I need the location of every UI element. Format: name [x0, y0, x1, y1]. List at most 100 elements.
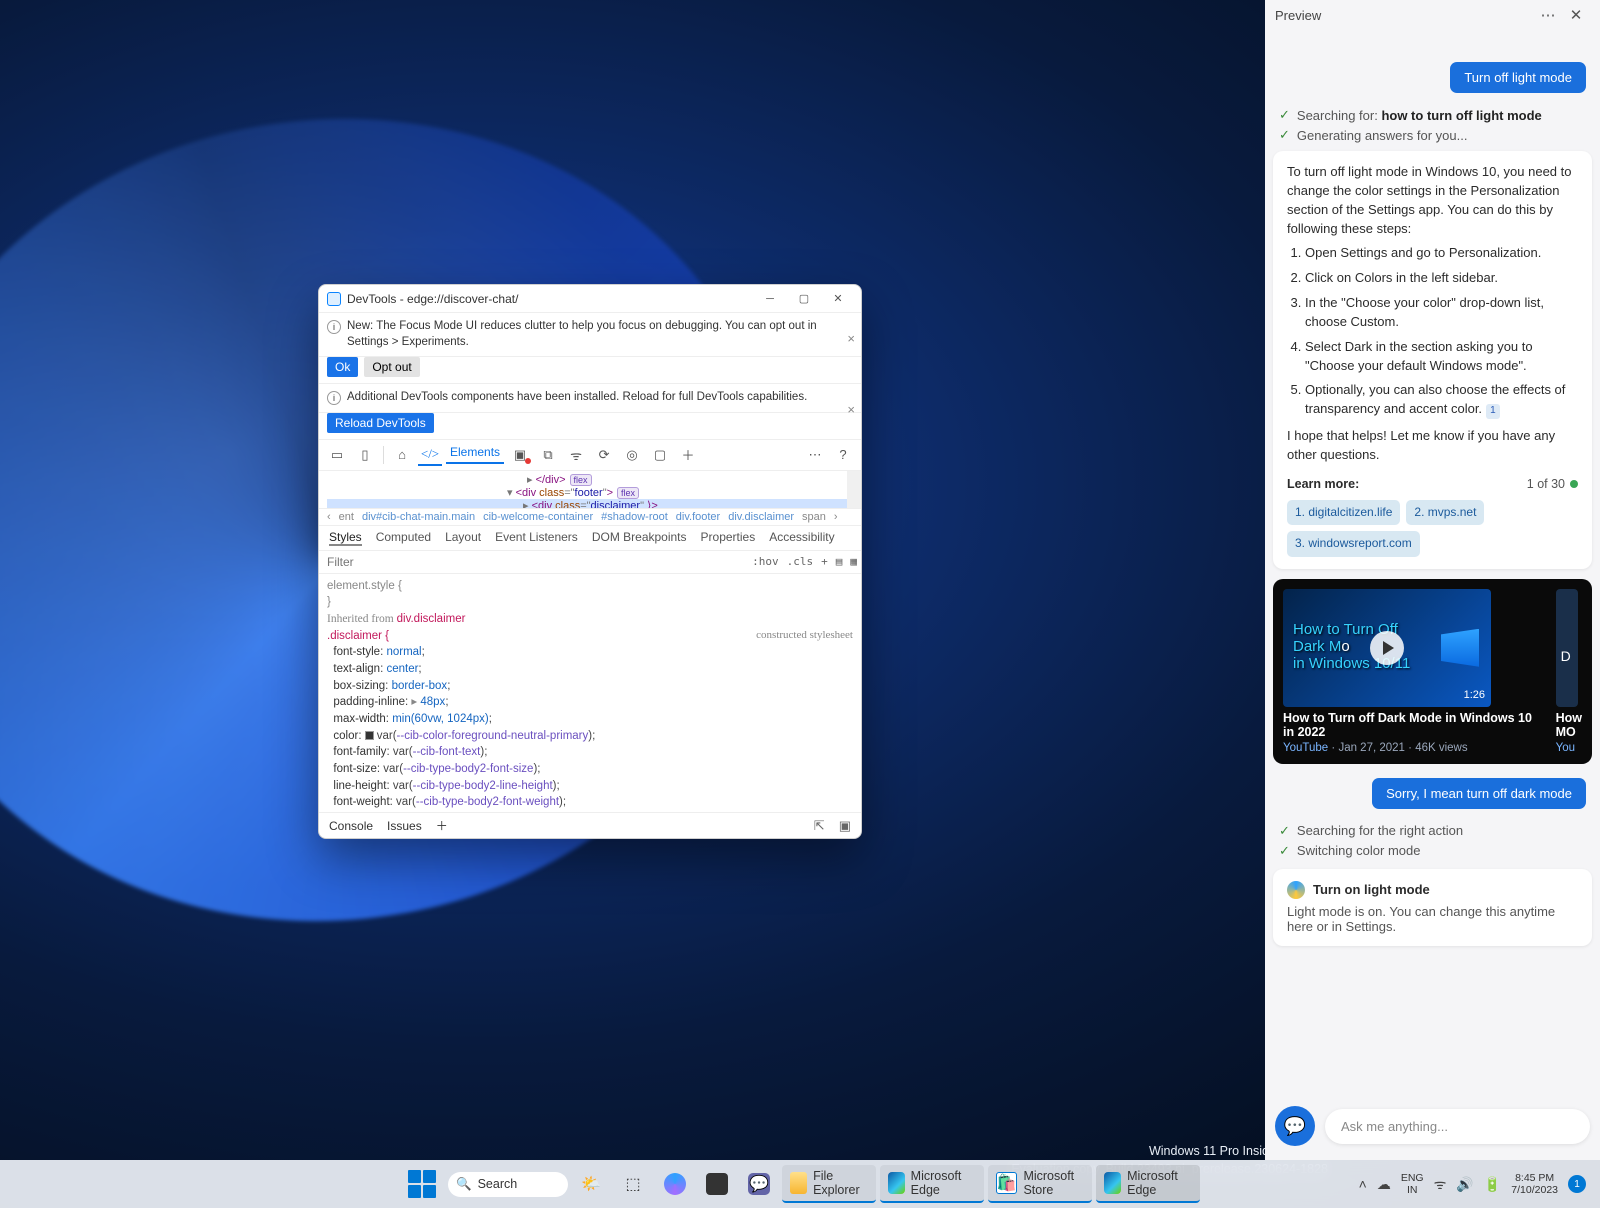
notification-badge[interactable]: 1: [1568, 1175, 1586, 1193]
minimize-button[interactable]: ─: [753, 288, 787, 310]
info-icon: i: [327, 320, 341, 334]
focus-mode-infobar: i New: The Focus Mode UI reduces clutter…: [319, 313, 861, 357]
sources-icon[interactable]: ⧉: [536, 444, 560, 466]
start-button[interactable]: [400, 1166, 444, 1202]
help-icon[interactable]: ?: [831, 444, 855, 466]
close-button[interactable]: ✕: [821, 288, 855, 310]
network-icon[interactable]: ᯤ: [564, 444, 588, 466]
hov-toggle[interactable]: :hov: [748, 555, 783, 568]
clock[interactable]: 8:45 PM7/10/2023: [1511, 1172, 1558, 1196]
new-rule-icon[interactable]: +: [817, 555, 832, 568]
console-tab-icon[interactable]: ▣: [508, 444, 532, 466]
system-tray: ˄ ☁ ENGIN ᯤ 🔊 🔋 8:45 PM7/10/2023 1: [1359, 1172, 1592, 1196]
memory-icon[interactable]: ◎: [620, 444, 644, 466]
dismiss-infobar-icon[interactable]: ×: [847, 402, 855, 417]
video-card: How to Turn OffDark Moin Windows 10/11 1…: [1273, 579, 1592, 764]
status-generating: ✓Generating answers for you...: [1279, 127, 1586, 143]
performance-icon[interactable]: ⟳: [592, 444, 616, 466]
status-searching-action: ✓Searching for the right action: [1279, 823, 1586, 839]
cls-toggle[interactable]: .cls: [783, 555, 818, 568]
info-icon: i: [327, 391, 341, 405]
chat-icon[interactable]: 💬: [740, 1169, 778, 1199]
personalization-icon: [1287, 881, 1305, 899]
drawer-dock-icon[interactable]: ▣: [839, 818, 851, 834]
status-searching: ✓Searching for: how to turn off light mo…: [1279, 107, 1586, 123]
user-message: Turn off light mode: [1450, 62, 1586, 93]
video-thumbnail-next[interactable]: D: [1556, 589, 1578, 707]
taskbar-item-edge-active[interactable]: Microsoft Edge: [1096, 1165, 1200, 1203]
chat-input[interactable]: Ask me anything...: [1325, 1109, 1590, 1144]
close-icon[interactable]: ✕: [1562, 6, 1590, 24]
device-toggle-icon[interactable]: ▯: [353, 444, 377, 466]
devtools-titlebar[interactable]: DevTools - edge://discover-chat/ ─ ▢ ✕: [319, 285, 861, 313]
tab-properties[interactable]: Properties: [701, 530, 756, 546]
source-chip[interactable]: 2. mvps.net: [1406, 500, 1484, 525]
taskbar-item-file-explorer[interactable]: File Explorer: [782, 1165, 876, 1203]
tab-event-listeners[interactable]: Event Listeners: [495, 530, 578, 546]
tab-computed[interactable]: Computed: [376, 530, 431, 546]
windows-logo-icon: [1441, 629, 1479, 667]
taskbar: 🔍Search 🌤️ ⬚ 💬 File Explorer Microsoft E…: [0, 1160, 1600, 1208]
devtools-window: DevTools - edge://discover-chat/ ─ ▢ ✕ i…: [318, 284, 862, 839]
dom-tree[interactable]: ▸ </div>flex ▾ <div class="footer">flex …: [319, 471, 861, 509]
explorer-pinned-icon[interactable]: [698, 1169, 736, 1199]
search-icon: 🔍: [456, 1177, 472, 1192]
devtools-title: DevTools - edge://discover-chat/: [347, 292, 753, 306]
styles-pane[interactable]: element.style { } Inherited from div.dis…: [319, 574, 861, 812]
add-tab-icon[interactable]: ＋: [676, 444, 700, 466]
chat-icon-button[interactable]: 💬: [1275, 1106, 1315, 1146]
welcome-icon[interactable]: ⌂: [390, 444, 414, 466]
optout-button[interactable]: Opt out: [364, 357, 419, 377]
styles-filter-input[interactable]: [319, 551, 748, 573]
add-drawer-tab-icon[interactable]: ＋: [436, 817, 448, 834]
answer-card: To turn off light mode in Windows 10, yo…: [1273, 151, 1592, 569]
reload-devtools-button[interactable]: Reload DevTools: [327, 413, 434, 433]
issues-drawer-tab[interactable]: Issues: [387, 819, 422, 833]
copilot-preview-sidebar: Preview ⋯ ✕ Turn off light mode ✓Searchi…: [1265, 0, 1600, 1160]
dismiss-infobar-icon[interactable]: ×: [847, 331, 855, 346]
battery-icon[interactable]: 🔋: [1484, 1176, 1501, 1193]
styles-tabs: Styles Computed Layout Event Listeners D…: [319, 526, 861, 551]
video-thumbnail[interactable]: How to Turn OffDark Moin Windows 10/11 1…: [1283, 589, 1491, 707]
maximize-button[interactable]: ▢: [787, 288, 821, 310]
tab-accessibility[interactable]: Accessibility: [769, 530, 834, 546]
play-icon[interactable]: [1370, 631, 1404, 665]
taskbar-search[interactable]: 🔍Search: [448, 1172, 568, 1197]
more-tools-icon[interactable]: ⋯: [803, 444, 827, 466]
user-message: Sorry, I mean turn off dark mode: [1372, 778, 1586, 809]
taskbar-item-edge[interactable]: Microsoft Edge: [880, 1165, 984, 1203]
tab-dom-breakpoints[interactable]: DOM Breakpoints: [592, 530, 687, 546]
elements-tab[interactable]: </>: [418, 444, 442, 466]
breadcrumb[interactable]: ‹ ent div#cib-chat-main.main cib-welcome…: [319, 509, 861, 526]
volume-icon[interactable]: 🔊: [1456, 1176, 1473, 1193]
onedrive-icon[interactable]: ☁: [1377, 1176, 1391, 1193]
tray-chevron-icon[interactable]: ˄: [1359, 1176, 1367, 1192]
sidebar-title: Preview: [1275, 8, 1534, 23]
components-infobar: i Additional DevTools components have be…: [319, 384, 861, 413]
tab-styles[interactable]: Styles: [329, 530, 362, 546]
devtools-app-icon: [327, 292, 341, 306]
source-chip[interactable]: 3. windowsreport.com: [1287, 531, 1420, 556]
elements-tab-label[interactable]: Elements: [446, 445, 504, 464]
task-view-icon[interactable]: ⬚: [614, 1169, 652, 1199]
taskbar-item-store[interactable]: 🛍️Microsoft Store: [988, 1165, 1093, 1203]
widgets-icon[interactable]: 🌤️: [572, 1169, 610, 1199]
status-switching: ✓Switching color mode: [1279, 843, 1586, 859]
application-icon[interactable]: ▢: [648, 444, 672, 466]
inspect-icon[interactable]: ▭: [325, 444, 349, 466]
action-card[interactable]: Turn on light mode Light mode is on. You…: [1273, 869, 1592, 946]
source-chip[interactable]: 1. digitalcitizen.life: [1287, 500, 1400, 525]
tab-layout[interactable]: Layout: [445, 530, 481, 546]
devtools-drawer: Console Issues ＋ ⇱ ▣: [319, 812, 861, 838]
console-drawer-tab[interactable]: Console: [329, 819, 373, 833]
language-indicator[interactable]: ENGIN: [1401, 1172, 1424, 1196]
flexbox-icon[interactable]: ▦: [846, 555, 861, 568]
computed-box-icon[interactable]: ▤: [832, 555, 847, 568]
scrollbar[interactable]: [847, 471, 861, 508]
wifi-icon[interactable]: ᯤ: [1434, 1175, 1447, 1194]
copilot-icon[interactable]: [656, 1169, 694, 1199]
more-icon[interactable]: ⋯: [1534, 6, 1562, 24]
ok-button[interactable]: Ok: [327, 357, 358, 377]
devtools-toolbar: ▭ ▯ ⌂ </> Elements ▣ ⧉ ᯤ ⟳ ◎ ▢ ＋ ⋯ ?: [319, 440, 861, 471]
drawer-expand-icon[interactable]: ⇱: [814, 818, 825, 834]
